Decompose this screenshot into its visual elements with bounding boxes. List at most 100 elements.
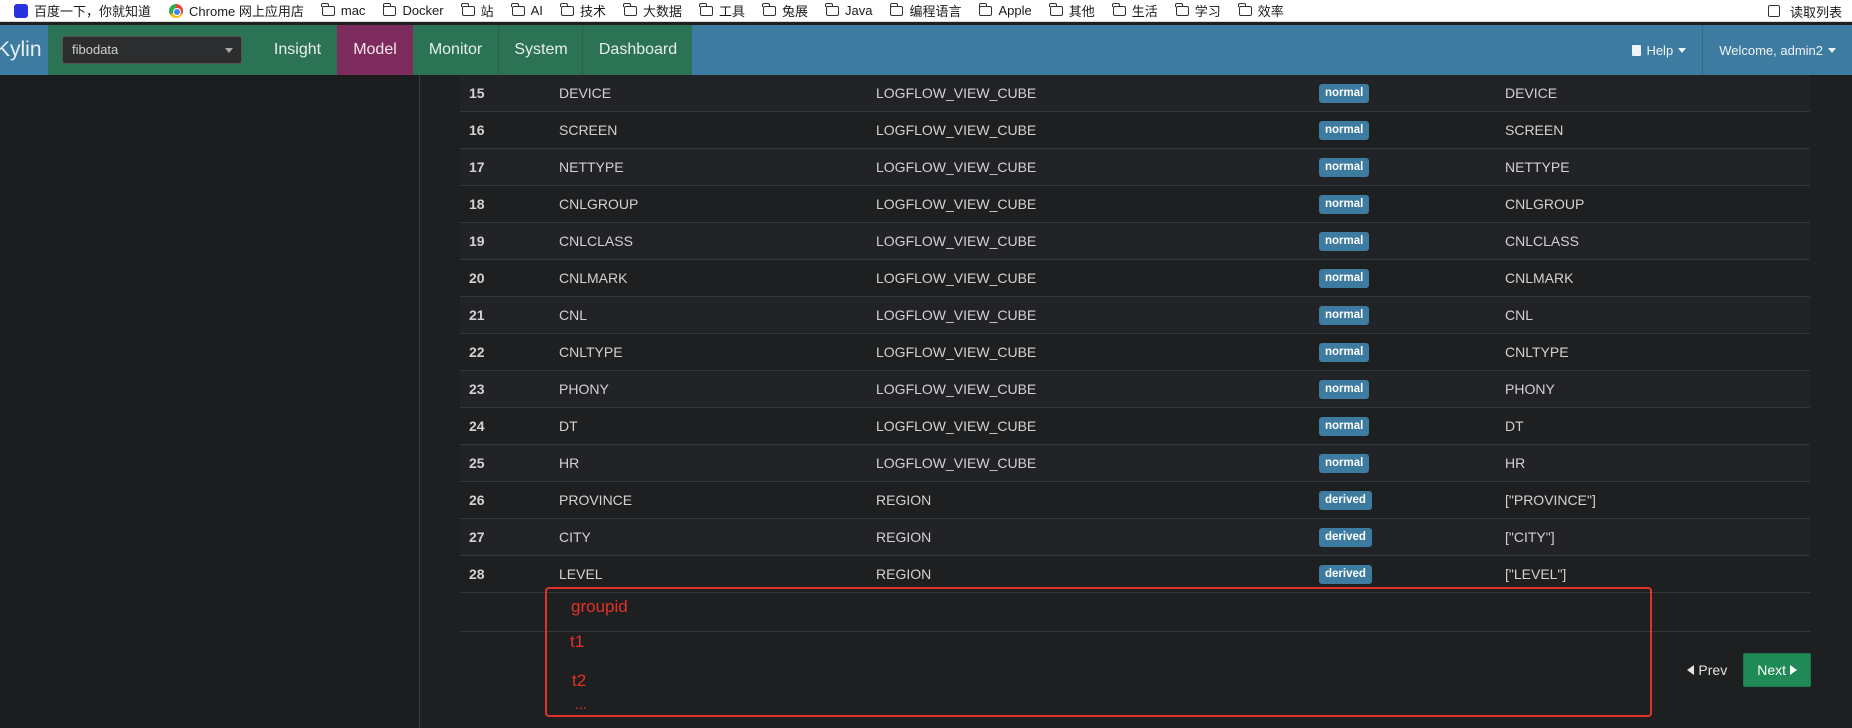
row-table: LOGFLOW_VIEW_CUBE (876, 148, 1319, 186)
row-name: CNLMARK (559, 259, 876, 297)
folder-icon (382, 2, 397, 16)
row-id: 19 (460, 222, 559, 260)
row-column: CNLGROUP (1505, 185, 1810, 223)
bookmarks-bar: 百度一下，你就知道 Chrome 网上应用店 mac Docker 站 AI 技术 大数据 工具… (0, 0, 1852, 22)
tab-system[interactable]: System (498, 25, 583, 75)
table-row: 26 PROVINCE REGION derived ["PROVINCE"] (460, 481, 1810, 519)
bookmark-item[interactable]: 其他 (1049, 1, 1095, 20)
reading-list-button[interactable]: 读取列表 (1767, 0, 1842, 22)
row-table: LOGFLOW_VIEW_CUBE (876, 259, 1319, 297)
bookmark-item[interactable]: Chrome 网上应用店 (169, 1, 304, 20)
bookmark-item[interactable]: Apple (978, 2, 1032, 18)
chevron-down-icon (225, 48, 233, 53)
next-button[interactable]: Next (1743, 653, 1811, 687)
row-type: normal (1319, 407, 1505, 445)
folder-icon (560, 2, 574, 16)
row-name: SCREEN (559, 111, 876, 149)
bookmark-label: 生活 (1131, 4, 1158, 19)
row-type: normal (1319, 333, 1505, 371)
type-badge: normal (1319, 454, 1370, 473)
bookmark-label: Chrome 网上应用店 (189, 4, 304, 19)
folder-icon (762, 2, 776, 16)
table-row: 15 DEVICE LOGFLOW_VIEW_CUBE normal DEVICE (460, 75, 1810, 112)
row-name: NETTYPE (559, 148, 876, 186)
arrow-right-icon (1790, 665, 1797, 675)
row-table: LOGFLOW_VIEW_CUBE (876, 444, 1319, 482)
row-id: 26 (460, 481, 559, 519)
row-type: normal (1319, 370, 1505, 408)
prev-button[interactable]: Prev (1671, 662, 1743, 678)
row-name: PHONY (559, 370, 876, 408)
table-row: 22 CNLTYPE LOGFLOW_VIEW_CUBE normal CNLTYPE (460, 333, 1810, 371)
type-badge: derived (1319, 528, 1372, 547)
row-id: 17 (460, 148, 559, 186)
row-column: ["CITY"] (1505, 518, 1810, 556)
type-badge: normal (1319, 232, 1370, 251)
annotation-line: t2 (572, 671, 587, 690)
tab-dashboard[interactable]: Dashboard (582, 25, 693, 75)
nav-right: Help Welcome, admin2 (1616, 25, 1852, 75)
bookmark-item[interactable]: 编程语言 (889, 1, 961, 20)
bookmark-item[interactable]: 学习 (1175, 1, 1221, 20)
row-name: HR (559, 444, 876, 482)
bookmark-item[interactable]: 效率 (1238, 1, 1284, 20)
folder-icon (623, 2, 637, 16)
row-column: CNLMARK (1505, 259, 1810, 297)
bookmark-item[interactable]: 大数据 (623, 1, 682, 20)
brand-logo[interactable]: Kylin (0, 25, 42, 75)
folder-icon (699, 2, 713, 16)
row-type: normal (1319, 259, 1505, 297)
row-type: normal (1319, 75, 1505, 112)
bookmark-item[interactable]: 生活 (1112, 1, 1158, 20)
table-row: 20 CNLMARK LOGFLOW_VIEW_CUBE normal CNLMARK (460, 259, 1810, 297)
type-badge: normal (1319, 417, 1370, 436)
folder-icon (511, 2, 525, 16)
table-row: 18 CNLGROUP LOGFLOW_VIEW_CUBE normal CNLGROU… (460, 185, 1810, 223)
next-label: Next (1757, 662, 1786, 678)
table-row: 16 SCREEN LOGFLOW_VIEW_CUBE normal SCREEN (460, 111, 1810, 149)
tab-insight[interactable]: Insight (258, 25, 337, 75)
annotation-box (545, 587, 1652, 717)
table-row: 24 DT LOGFLOW_VIEW_CUBE normal DT (460, 407, 1810, 445)
bookmark-item[interactable]: 工具 (699, 1, 745, 20)
bookmark-list: 百度一下，你就知道 Chrome 网上应用店 mac Docker 站 AI 技术 大数据 工具… (0, 1, 1302, 20)
bookmark-label: Java (845, 3, 873, 18)
row-column: CNL (1505, 296, 1810, 334)
folder-icon (1175, 2, 1189, 16)
folder-icon (889, 2, 904, 16)
bookmark-item[interactable]: mac (321, 2, 365, 18)
model-tree-sidebar (0, 75, 420, 728)
bookmark-item[interactable]: Docker (382, 2, 444, 18)
annotation-line: ... (575, 696, 587, 712)
bookmark-item[interactable]: Java (825, 2, 873, 18)
row-type: normal (1319, 148, 1505, 186)
arrow-left-icon (1687, 665, 1695, 675)
top-navbar: Kylin fibodata Insight Model Monitor Sys… (0, 25, 1852, 75)
bookmark-item[interactable]: 站 (461, 1, 494, 20)
folder-icon (1238, 2, 1252, 16)
folder-icon (321, 2, 335, 16)
help-menu[interactable]: Help (1616, 25, 1702, 75)
row-type: normal (1319, 111, 1505, 149)
bookmark-item[interactable]: AI (511, 2, 543, 18)
type-badge: derived (1319, 565, 1372, 584)
row-table: LOGFLOW_VIEW_CUBE (876, 222, 1319, 260)
bookmark-label: Apple (998, 3, 1032, 18)
row-column: CNLTYPE (1505, 333, 1810, 371)
type-badge: normal (1319, 306, 1370, 325)
bookmark-item[interactable]: 百度一下，你就知道 (14, 1, 151, 20)
row-name: DEVICE (559, 75, 876, 112)
bookmark-item[interactable]: 兔展 (762, 1, 808, 20)
bookmark-item[interactable]: 技术 (560, 1, 606, 20)
row-column: HR (1505, 444, 1810, 482)
tab-model[interactable]: Model (337, 25, 413, 75)
row-id: 15 (460, 75, 559, 112)
tab-monitor[interactable]: Monitor (413, 25, 498, 75)
bookmark-label: 大数据 (642, 4, 682, 19)
row-table: LOGFLOW_VIEW_CUBE (876, 333, 1319, 371)
row-column: NETTYPE (1505, 148, 1810, 186)
table-row: 17 NETTYPE LOGFLOW_VIEW_CUBE normal NETTYPE (460, 148, 1810, 186)
user-menu[interactable]: Welcome, admin2 (1702, 25, 1852, 75)
row-table: REGION (876, 481, 1319, 519)
project-select[interactable]: fibodata (62, 36, 242, 64)
